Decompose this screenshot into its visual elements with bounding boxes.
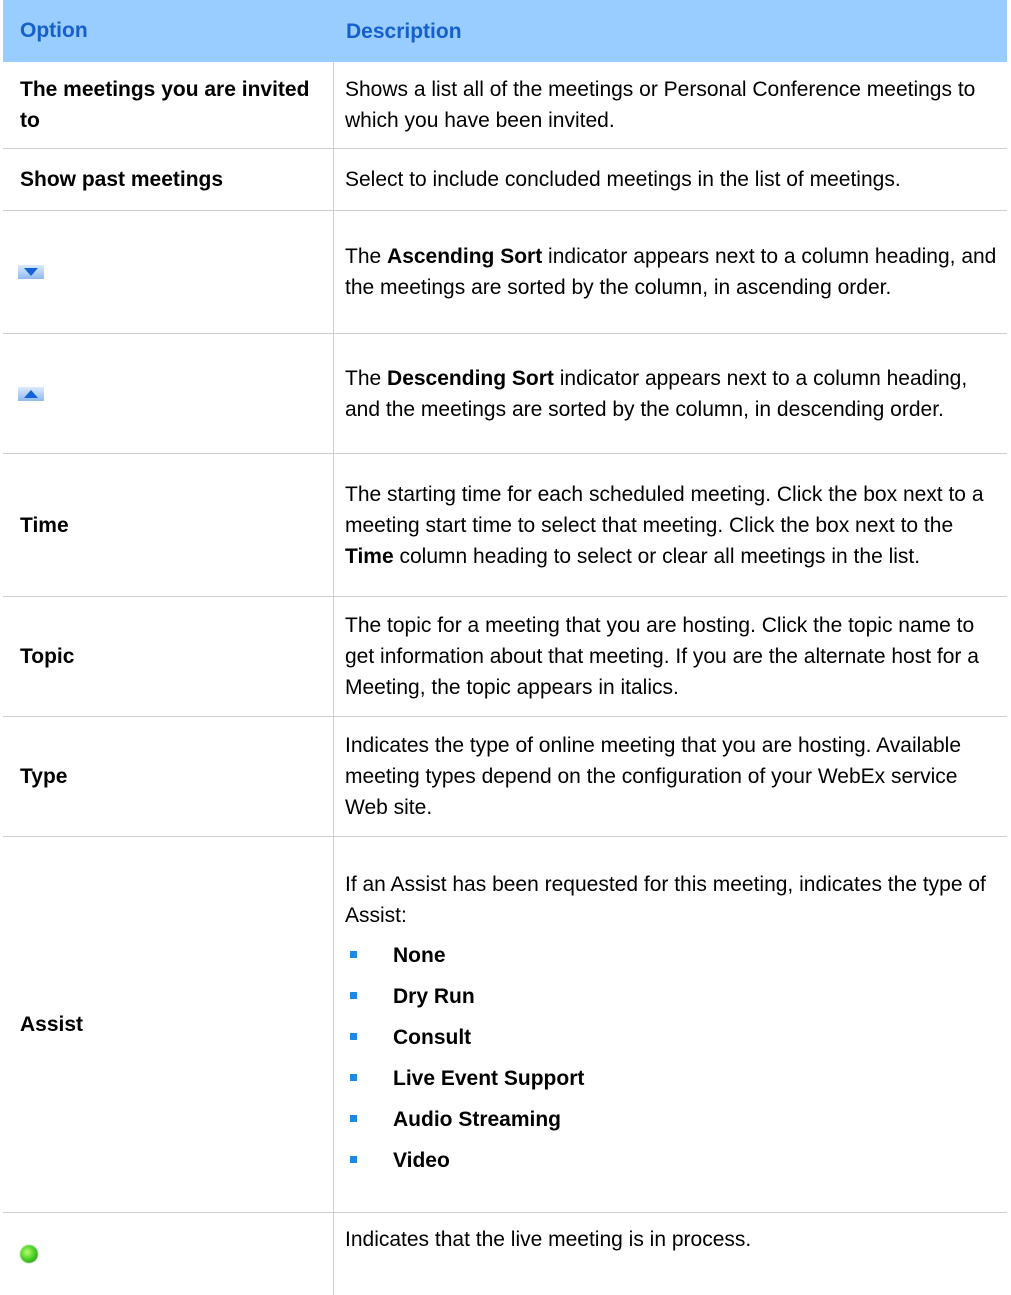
option-description: The starting time for each scheduled mee… [345, 482, 984, 568]
table-row: The Descending Sort indicator appears ne… [3, 334, 1007, 454]
table-row: The Ascending Sort indicator appears nex… [3, 211, 1007, 334]
table-row: Topic The topic for a meeting that you a… [3, 597, 1007, 717]
option-label: Type [20, 765, 68, 788]
list-item: Live Event Support [345, 1058, 997, 1099]
list-item: None [345, 935, 997, 976]
option-description: The topic for a meeting that you are hos… [345, 614, 979, 699]
option-description: If an Assist has been requested for this… [345, 872, 986, 927]
list-item: Dry Run [345, 976, 997, 1017]
table-row: The meetings you are invited to Shows a … [3, 62, 1007, 149]
table-row: Type Indicates the type of online meetin… [3, 717, 1007, 837]
option-label: Assist [20, 1013, 84, 1036]
option-description: The Ascending Sort indicator appears nex… [345, 245, 997, 299]
table-row: Assist If an Assist has been requested f… [3, 837, 1007, 1213]
option-label: The meetings you are invited to [20, 78, 310, 132]
ascending-sort-icon [18, 265, 44, 279]
table-row: Show past meetings Select to include con… [3, 149, 1007, 211]
list-item: Audio Streaming [345, 1099, 997, 1140]
list-item: Video [345, 1140, 997, 1181]
option-description: Indicates the type of online meeting tha… [345, 734, 962, 819]
option-description: Select to include concluded meetings in … [345, 168, 901, 191]
option-column-header: Option [20, 19, 88, 42]
option-label: Time [20, 513, 69, 537]
option-description: Indicates that the live meeting is in pr… [345, 1228, 752, 1251]
table-row: Time The starting time for each schedule… [3, 454, 1007, 597]
description-column-header: Description [346, 19, 462, 43]
options-table: Option Description The meetings you are … [3, 0, 1007, 1295]
assist-type-list: None Dry Run Consult Live Event Support … [345, 935, 997, 1181]
option-label: Topic [20, 645, 75, 668]
list-item: Consult [345, 1017, 997, 1058]
descending-sort-icon [18, 386, 44, 401]
option-label: Show past meetings [20, 168, 224, 191]
option-description: Shows a list all of the meetings or Pers… [345, 78, 976, 132]
option-description: The Descending Sort indicator appears ne… [345, 366, 968, 421]
table-row: Indicates that the live meeting is in pr… [3, 1213, 1007, 1295]
live-meeting-status-icon [20, 1245, 38, 1263]
table-header: Option Description [3, 0, 1007, 62]
